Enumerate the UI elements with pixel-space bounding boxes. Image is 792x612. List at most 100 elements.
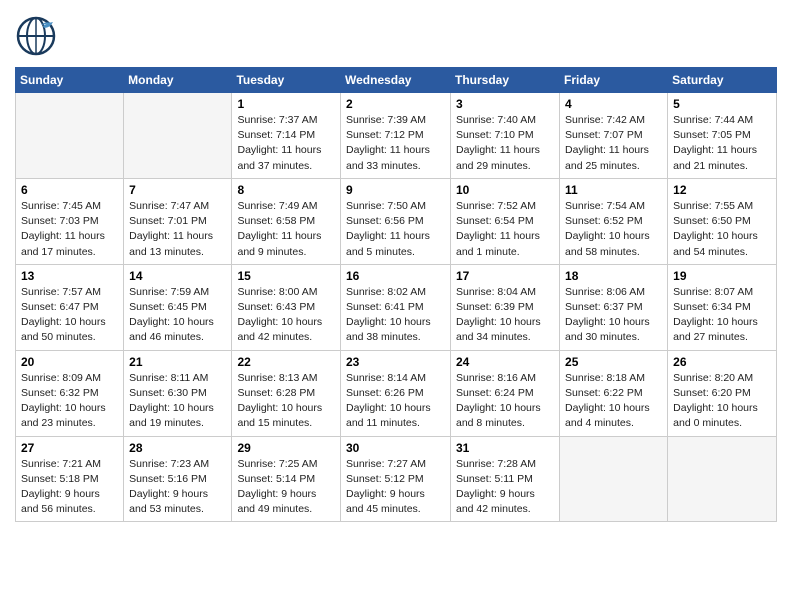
- calendar-cell: 6Sunrise: 7:45 AM Sunset: 7:03 PM Daylig…: [16, 178, 124, 264]
- calendar-week-row: 20Sunrise: 8:09 AM Sunset: 6:32 PM Dayli…: [16, 350, 777, 436]
- day-number: 18: [565, 269, 662, 283]
- day-number: 19: [673, 269, 771, 283]
- calendar-cell: 11Sunrise: 7:54 AM Sunset: 6:52 PM Dayli…: [560, 178, 668, 264]
- calendar-cell: 23 Sunrise: 8:14 AM Sunset: 6:26 PM Dayli…: [341, 350, 451, 436]
- day-info: Sunrise: 7:37 AM Sunset: 7:14 PM Dayligh…: [237, 113, 335, 174]
- day-number: 31: [456, 441, 554, 455]
- day-info: Sunrise: 8:04 AM Sunset: 6:39 PM Dayligh…: [456, 285, 554, 346]
- day-info: Sunrise: 7:59 AM Sunset: 6:45 PM Dayligh…: [129, 285, 226, 346]
- weekday-header-wednesday: Wednesday: [341, 68, 451, 93]
- calendar-cell: 25 Sunrise: 8:18 AM Sunset: 6:22 PM Dayli…: [560, 350, 668, 436]
- calendar-cell: 31 Sunrise: 7:28 AM Sunset: 5:11 PM Dayli…: [451, 436, 560, 522]
- day-number: 14: [129, 269, 226, 283]
- day-number: 28: [129, 441, 226, 455]
- calendar-cell: 2 Sunrise: 7:39 AM Sunset: 7:12 PM Daylig…: [341, 93, 451, 179]
- day-info: Sunrise: 7:42 AM Sunset: 7:07 PM Dayligh…: [565, 113, 662, 174]
- day-number: 22: [237, 355, 335, 369]
- day-number: 27: [21, 441, 118, 455]
- calendar-cell: 26Sunrise: 8:20 AM Sunset: 6:20 PM Dayli…: [668, 350, 777, 436]
- calendar-cell: 7Sunrise: 7:47 AM Sunset: 7:01 PM Daylig…: [124, 178, 232, 264]
- calendar-cell: 22 Sunrise: 8:13 AM Sunset: 6:28 PM Dayli…: [232, 350, 341, 436]
- day-number: 29: [237, 441, 335, 455]
- calendar-cell: 14 Sunrise: 7:59 AM Sunset: 6:45 PM Dayli…: [124, 264, 232, 350]
- calendar-week-row: 27 Sunrise: 7:21 AM Sunset: 5:18 PM Dayli…: [16, 436, 777, 522]
- calendar-cell: 21 Sunrise: 8:11 AM Sunset: 6:30 PM Dayli…: [124, 350, 232, 436]
- day-info: Sunrise: 7:52 AM Sunset: 6:54 PM Dayligh…: [456, 199, 554, 260]
- calendar-cell: 15 Sunrise: 8:00 AM Sunset: 6:43 PM Dayli…: [232, 264, 341, 350]
- day-number: 17: [456, 269, 554, 283]
- calendar-cell: 19 Sunrise: 8:07 AM Sunset: 6:34 PM Dayli…: [668, 264, 777, 350]
- day-info: Sunrise: 7:27 AM Sunset: 5:12 PM Dayligh…: [346, 457, 445, 518]
- calendar-cell: 18 Sunrise: 8:06 AM Sunset: 6:37 PM Dayli…: [560, 264, 668, 350]
- day-info: Sunrise: 7:40 AM Sunset: 7:10 PM Dayligh…: [456, 113, 554, 174]
- day-info: Sunrise: 8:02 AM Sunset: 6:41 PM Dayligh…: [346, 285, 445, 346]
- calendar-cell: 24Sunrise: 8:16 AM Sunset: 6:24 PM Dayli…: [451, 350, 560, 436]
- day-info: Sunrise: 7:23 AM Sunset: 5:16 PM Dayligh…: [129, 457, 226, 518]
- weekday-header-sunday: Sunday: [16, 68, 124, 93]
- calendar-cell: 1 Sunrise: 7:37 AM Sunset: 7:14 PM Daylig…: [232, 93, 341, 179]
- day-number: 3: [456, 97, 554, 111]
- weekday-header-thursday: Thursday: [451, 68, 560, 93]
- day-info: Sunrise: 7:47 AM Sunset: 7:01 PM Dayligh…: [129, 199, 226, 260]
- day-number: 20: [21, 355, 118, 369]
- calendar-cell: [668, 436, 777, 522]
- day-info: Sunrise: 7:54 AM Sunset: 6:52 PM Dayligh…: [565, 199, 662, 260]
- weekday-header-tuesday: Tuesday: [232, 68, 341, 93]
- calendar-cell: 3 Sunrise: 7:40 AM Sunset: 7:10 PM Daylig…: [451, 93, 560, 179]
- weekday-header-monday: Monday: [124, 68, 232, 93]
- calendar-cell: 17 Sunrise: 8:04 AM Sunset: 6:39 PM Dayli…: [451, 264, 560, 350]
- day-number: 25: [565, 355, 662, 369]
- calendar-cell: 5 Sunrise: 7:44 AM Sunset: 7:05 PM Daylig…: [668, 93, 777, 179]
- day-number: 30: [346, 441, 445, 455]
- calendar-cell: 30 Sunrise: 7:27 AM Sunset: 5:12 PM Dayli…: [341, 436, 451, 522]
- calendar-cell: 13 Sunrise: 7:57 AM Sunset: 6:47 PM Dayli…: [16, 264, 124, 350]
- day-number: 10: [456, 183, 554, 197]
- day-info: Sunrise: 8:00 AM Sunset: 6:43 PM Dayligh…: [237, 285, 335, 346]
- calendar-header-row: SundayMondayTuesdayWednesdayThursdayFrid…: [16, 68, 777, 93]
- logo: [15, 15, 59, 57]
- day-info: Sunrise: 8:13 AM Sunset: 6:28 PM Dayligh…: [237, 371, 335, 432]
- day-number: 15: [237, 269, 335, 283]
- weekday-header-friday: Friday: [560, 68, 668, 93]
- day-info: Sunrise: 7:39 AM Sunset: 7:12 PM Dayligh…: [346, 113, 445, 174]
- day-number: 23: [346, 355, 445, 369]
- day-info: Sunrise: 7:49 AM Sunset: 6:58 PM Dayligh…: [237, 199, 335, 260]
- calendar-table: SundayMondayTuesdayWednesdayThursdayFrid…: [15, 67, 777, 522]
- day-info: Sunrise: 8:18 AM Sunset: 6:22 PM Dayligh…: [565, 371, 662, 432]
- day-number: 4: [565, 97, 662, 111]
- day-number: 16: [346, 269, 445, 283]
- day-number: 1: [237, 97, 335, 111]
- logo-icon: [15, 15, 57, 57]
- day-number: 5: [673, 97, 771, 111]
- calendar-cell: 10 Sunrise: 7:52 AM Sunset: 6:54 PM Dayli…: [451, 178, 560, 264]
- day-info: Sunrise: 8:14 AM Sunset: 6:26 PM Dayligh…: [346, 371, 445, 432]
- day-number: 6: [21, 183, 118, 197]
- day-info: Sunrise: 7:50 AM Sunset: 6:56 PM Dayligh…: [346, 199, 445, 260]
- day-info: Sunrise: 7:21 AM Sunset: 5:18 PM Dayligh…: [21, 457, 118, 518]
- day-info: Sunrise: 7:25 AM Sunset: 5:14 PM Dayligh…: [237, 457, 335, 518]
- day-number: 21: [129, 355, 226, 369]
- day-number: 8: [237, 183, 335, 197]
- day-info: Sunrise: 8:11 AM Sunset: 6:30 PM Dayligh…: [129, 371, 226, 432]
- day-number: 2: [346, 97, 445, 111]
- calendar-cell: 4 Sunrise: 7:42 AM Sunset: 7:07 PM Daylig…: [560, 93, 668, 179]
- calendar-cell: [560, 436, 668, 522]
- day-number: 9: [346, 183, 445, 197]
- day-info: Sunrise: 7:28 AM Sunset: 5:11 PM Dayligh…: [456, 457, 554, 518]
- calendar-cell: 28 Sunrise: 7:23 AM Sunset: 5:16 PM Dayli…: [124, 436, 232, 522]
- calendar-cell: 12Sunrise: 7:55 AM Sunset: 6:50 PM Dayli…: [668, 178, 777, 264]
- day-info: Sunrise: 8:06 AM Sunset: 6:37 PM Dayligh…: [565, 285, 662, 346]
- calendar-week-row: 1 Sunrise: 7:37 AM Sunset: 7:14 PM Daylig…: [16, 93, 777, 179]
- day-info: Sunrise: 8:07 AM Sunset: 6:34 PM Dayligh…: [673, 285, 771, 346]
- day-number: 13: [21, 269, 118, 283]
- page-header: [15, 15, 777, 57]
- calendar-cell: 29 Sunrise: 7:25 AM Sunset: 5:14 PM Dayli…: [232, 436, 341, 522]
- day-info: Sunrise: 7:44 AM Sunset: 7:05 PM Dayligh…: [673, 113, 771, 174]
- calendar-cell: 16 Sunrise: 8:02 AM Sunset: 6:41 PM Dayli…: [341, 264, 451, 350]
- calendar-cell: 20Sunrise: 8:09 AM Sunset: 6:32 PM Dayli…: [16, 350, 124, 436]
- day-info: Sunrise: 7:57 AM Sunset: 6:47 PM Dayligh…: [21, 285, 118, 346]
- calendar-cell: [124, 93, 232, 179]
- day-info: Sunrise: 7:55 AM Sunset: 6:50 PM Dayligh…: [673, 199, 771, 260]
- calendar-week-row: 6Sunrise: 7:45 AM Sunset: 7:03 PM Daylig…: [16, 178, 777, 264]
- day-number: 24: [456, 355, 554, 369]
